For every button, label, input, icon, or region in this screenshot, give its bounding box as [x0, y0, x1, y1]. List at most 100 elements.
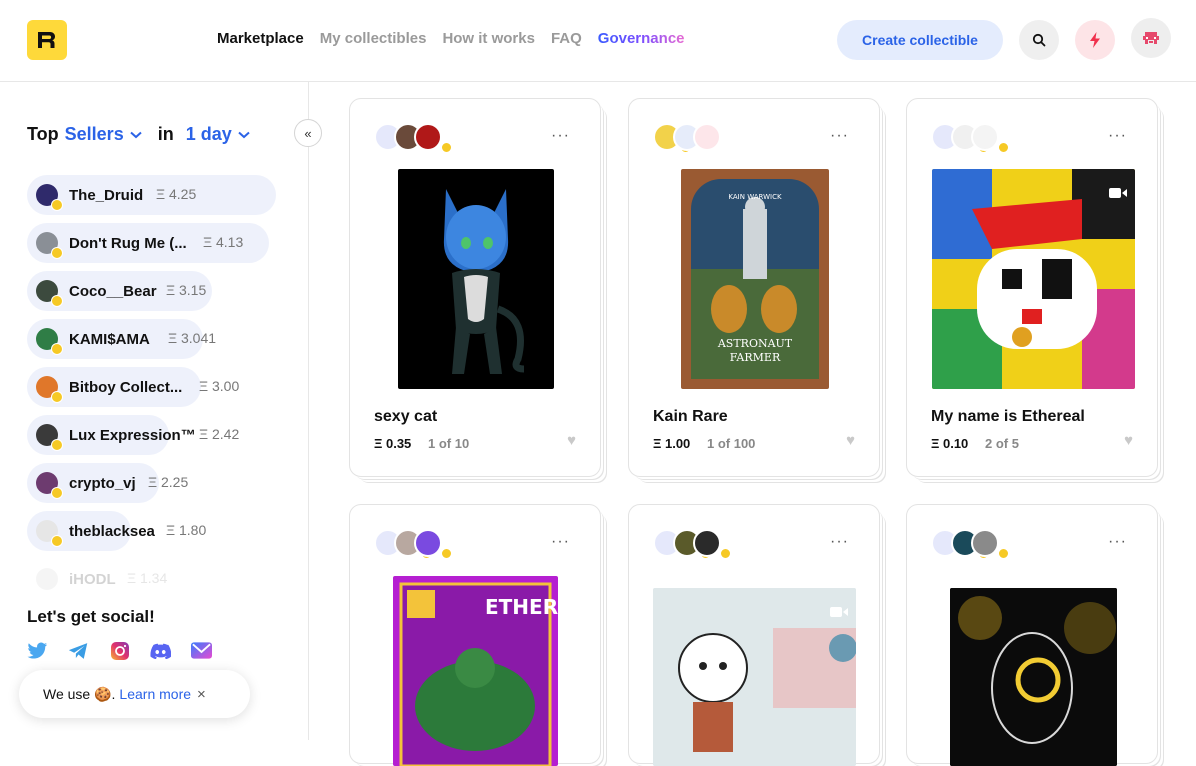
seller-item[interactable]: Coco__Bear Ξ 3.15: [27, 271, 212, 311]
seller-item[interactable]: theblacksea Ξ 1.80: [27, 511, 206, 551]
avatar[interactable]: [971, 123, 1009, 153]
more-options-icon[interactable]: ···: [1108, 533, 1127, 551]
collectible-image[interactable]: ETHER: [393, 576, 558, 766]
card-title[interactable]: sexy cat: [374, 408, 437, 426]
social-heading: Let's get social!: [27, 607, 155, 626]
owners-avatars: [374, 529, 452, 559]
hulk-ether-artwork: ETHER: [399, 582, 558, 766]
nav-my-collectibles[interactable]: My collectibles: [320, 30, 427, 47]
instagram-icon[interactable]: [109, 640, 130, 661]
more-options-icon[interactable]: ···: [830, 127, 849, 145]
card-edition: 2 of 5: [985, 436, 1019, 451]
collectible-image[interactable]: [398, 169, 554, 389]
seller-item[interactable]: crypto_vj Ξ 2.25: [27, 463, 188, 503]
kain-header-text: KAIN WARWICK: [728, 193, 782, 201]
like-heart-icon[interactable]: ♥: [1124, 432, 1133, 449]
seller-amount: Ξ 2.42: [199, 426, 240, 442]
seller-item[interactable]: Bitboy Collect... Ξ 3.00: [27, 367, 239, 407]
verified-icon: [51, 439, 63, 451]
seller-item[interactable]: KAMI$AMA Ξ 3.041: [27, 319, 216, 359]
card-title[interactable]: My name is Ethereal: [931, 408, 1085, 426]
avatar[interactable]: [414, 529, 452, 559]
collectible-card[interactable]: ··· ETHER: [349, 504, 601, 766]
learn-more-link[interactable]: Learn more: [119, 686, 191, 702]
create-collectible-button[interactable]: Create collectible: [837, 20, 1003, 60]
collectible-card[interactable]: ··· My name is Ethereal Ξ 0.10 2 of 5 ♥: [906, 98, 1158, 477]
collectible-image[interactable]: [653, 588, 856, 766]
more-options-icon[interactable]: ···: [830, 533, 849, 551]
activity-button[interactable]: [1075, 20, 1115, 60]
range-dropdown[interactable]: 1 day: [186, 124, 250, 145]
twitter-icon[interactable]: [27, 640, 48, 661]
card-edition: 1 of 100: [707, 436, 756, 451]
nav-how-it-works[interactable]: How it works: [442, 30, 535, 47]
avatar: [36, 328, 63, 355]
nav-marketplace[interactable]: Marketplace: [217, 30, 304, 47]
seller-amount: Ξ 4.13: [203, 234, 244, 250]
in-label: in: [157, 124, 174, 144]
collectible-image[interactable]: KAIN WARWICK ASTRONAUT FARMER: [681, 169, 829, 389]
seller-amount: Ξ 4.25: [156, 186, 197, 202]
main-nav: Marketplace My collectibles How it works…: [217, 30, 685, 47]
avatar[interactable]: [693, 123, 721, 151]
seller-name: KAMI$AMA: [69, 330, 150, 348]
collectible-image[interactable]: [932, 169, 1135, 389]
collectible-image[interactable]: [950, 588, 1117, 766]
collectible-card[interactable]: ··· sexy cat Ξ 0.35 1 of 10 ♥: [349, 98, 601, 477]
avatar: [36, 232, 63, 259]
mode-label: Sellers: [64, 124, 124, 144]
user-avatar-button[interactable]: [1131, 18, 1171, 58]
double-chevron-left-icon: «: [304, 125, 312, 141]
avatar: [36, 424, 63, 451]
collapse-sidebar-button[interactable]: «: [294, 119, 322, 147]
card-price: Ξ 0.35: [374, 436, 412, 451]
collectible-card[interactable]: ··· KAIN WARWICK ASTRONAUT FARMER Kain R…: [628, 98, 880, 477]
owners-avatars: [653, 123, 721, 153]
seller-name: Lux Expression™: [69, 426, 196, 444]
golden-ring-portrait-artwork: [950, 588, 1117, 766]
top-sellers-sidebar: Top Sellers in 1 day « The_Druid Ξ 4.25 …: [0, 82, 322, 740]
verified-icon: [998, 548, 1009, 559]
more-options-icon[interactable]: ···: [551, 533, 570, 551]
verified-icon: [51, 343, 63, 355]
seller-amount: Ξ 1.34: [127, 570, 168, 586]
avatar[interactable]: [971, 529, 1009, 559]
mode-dropdown[interactable]: Sellers: [65, 124, 142, 145]
like-heart-icon[interactable]: ♥: [846, 432, 855, 449]
range-label: 1 day: [185, 124, 232, 144]
verified-icon: [51, 199, 63, 211]
avatar: [36, 568, 58, 590]
more-options-icon[interactable]: ···: [1108, 127, 1127, 145]
avatar[interactable]: [414, 123, 452, 153]
discord-icon[interactable]: [150, 640, 171, 661]
email-icon[interactable]: [191, 640, 212, 661]
seller-item[interactable]: iHODL Ξ 1.34: [27, 559, 167, 599]
video-icon: [1109, 188, 1127, 198]
search-button[interactable]: [1019, 20, 1059, 60]
collectible-card[interactable]: ···: [628, 504, 880, 766]
card-price: Ξ 0.10: [931, 436, 969, 451]
seller-item[interactable]: Don't Rug Me (... Ξ 4.13: [27, 223, 269, 263]
seller-amount: Ξ 3.00: [199, 378, 240, 394]
seller-item[interactable]: The_Druid Ξ 4.25: [27, 175, 276, 215]
nav-faq[interactable]: FAQ: [551, 30, 582, 47]
close-icon[interactable]: ×: [197, 686, 206, 703]
card-title[interactable]: Kain Rare: [653, 408, 728, 426]
like-heart-icon[interactable]: ♥: [567, 432, 576, 449]
seller-amount: Ξ 3.041: [168, 330, 217, 346]
user-avatar-icon: [1143, 32, 1159, 44]
more-options-icon[interactable]: ···: [551, 127, 570, 145]
social-links: [27, 640, 212, 661]
owners-avatars: [931, 529, 1009, 559]
seller-name: Bitboy Collect...: [69, 378, 183, 396]
seller-item[interactable]: Lux Expression™ Ξ 2.42: [27, 415, 239, 455]
avatar[interactable]: [693, 529, 731, 559]
verified-icon: [720, 548, 731, 559]
verified-icon: [51, 535, 63, 547]
chevron-down-icon: [238, 131, 250, 138]
collectible-card[interactable]: ···: [906, 504, 1158, 766]
telegram-icon[interactable]: [68, 640, 89, 661]
nav-governance[interactable]: Governance: [598, 30, 685, 47]
rarible-logo[interactable]: [27, 20, 67, 60]
logo-mark-icon: [38, 32, 55, 48]
